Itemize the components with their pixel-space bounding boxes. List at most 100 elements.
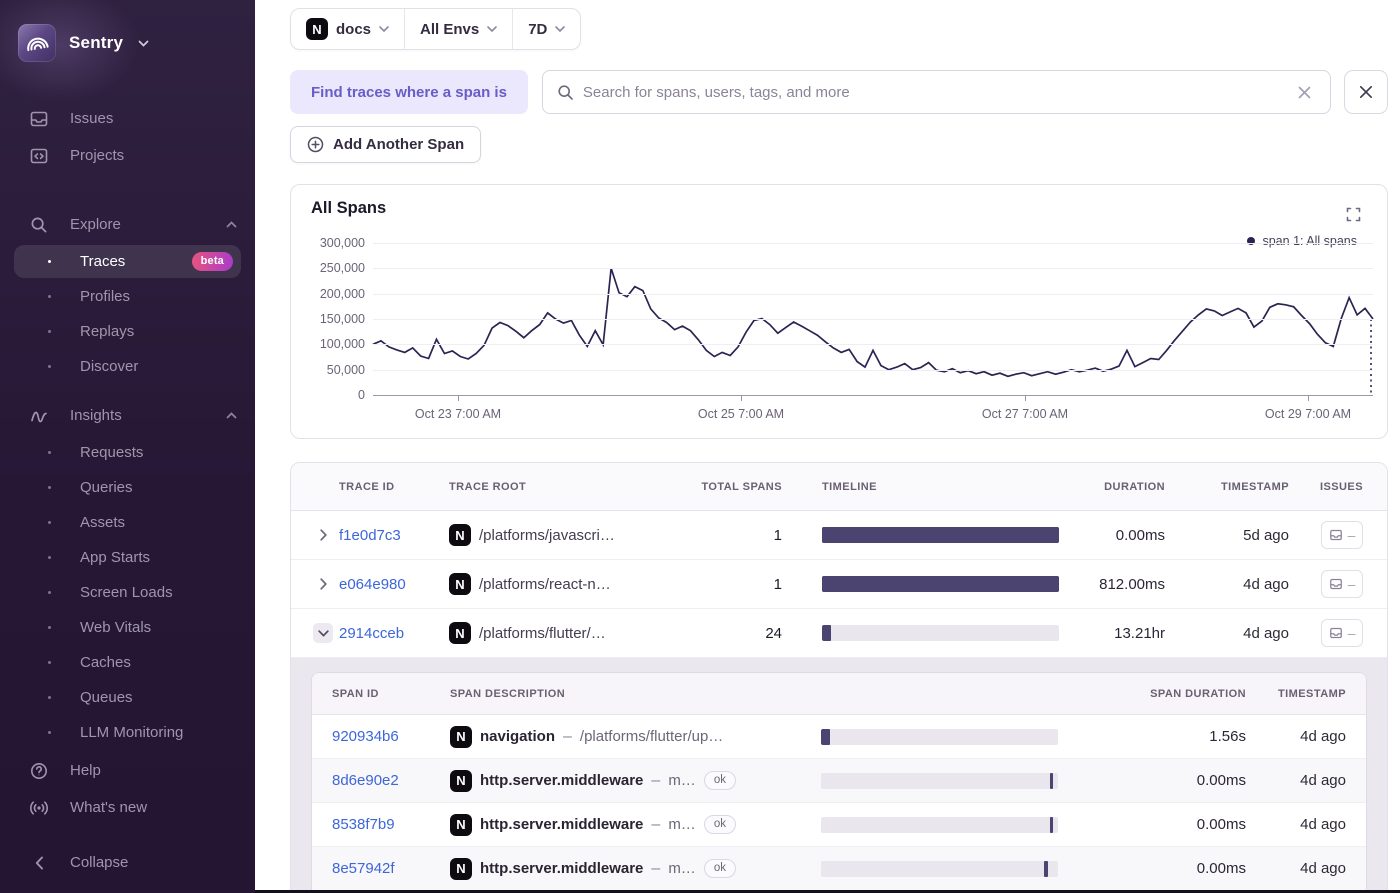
sidebar-item-projects[interactable]: Projects	[0, 137, 255, 174]
trace-root: /platforms/javascri…	[479, 526, 615, 544]
y-axis-tick-label: 300,000	[319, 236, 365, 250]
trace-id-link[interactable]: 2914cceb	[339, 625, 449, 642]
page-filter-bar: N docs All Envs 7D	[290, 8, 582, 50]
pulse-icon	[28, 405, 50, 427]
span-desc-text: /platforms/flutter/up…	[579, 728, 724, 745]
remove-span-filter-button[interactable]	[1344, 70, 1388, 114]
environment-selector[interactable]: All Envs	[405, 9, 512, 49]
traces-table: TRACE ID TRACE ROOT TOTAL SPANS TIMELINE…	[290, 462, 1388, 893]
sidebar-item-queries[interactable]: Queries	[14, 471, 241, 504]
trace-row[interactable]: f1e0d7c3 N /platforms/javascri… 1 0.00ms…	[291, 511, 1387, 560]
sidebar-item-requests[interactable]: Requests	[14, 436, 241, 469]
x-axis-tick-label: Oct 23 7:00 AM	[414, 407, 502, 421]
span-row[interactable]: 8538f7b9 N http.server.middleware – m… o…	[312, 803, 1366, 847]
chevron-down-icon	[555, 26, 566, 32]
total-spans: 24	[765, 624, 782, 642]
expand-chart-icon[interactable]	[1346, 207, 1361, 222]
sidebar-collapse-button[interactable]: Collapse	[0, 844, 255, 881]
issues-count-button[interactable]: –	[1321, 570, 1363, 598]
sidebar-item-screen-loads[interactable]: Screen Loads	[14, 576, 241, 609]
span-search-box	[541, 70, 1331, 114]
bullet-icon	[38, 556, 60, 559]
sidebar-item-issues[interactable]: Issues	[0, 100, 255, 137]
chevron-right-icon[interactable]	[313, 525, 333, 545]
trace-row-expanded[interactable]: 2914cceb N /platforms/flutter/… 24 13.21…	[291, 609, 1387, 658]
org-switcher[interactable]: Sentry	[0, 0, 255, 72]
issues-icon	[1329, 627, 1342, 639]
sidebar-item-label: Queues	[80, 689, 133, 706]
nextjs-platform-icon: N	[450, 725, 472, 748]
dash-separator: –	[563, 727, 572, 745]
sidebar-item-replays[interactable]: Replays	[14, 315, 241, 348]
sidebar-item-label: Replays	[80, 323, 135, 340]
sidebar-item-discover[interactable]: Discover	[14, 350, 241, 383]
col-span-timestamp: TIMESTAMP	[1277, 687, 1346, 700]
col-timestamp: TIMESTAMP	[1220, 480, 1289, 493]
project-selector[interactable]: N docs	[291, 9, 404, 49]
chevron-left-icon	[28, 852, 50, 874]
sidebar-item-label: What's new	[70, 799, 148, 816]
sidebar-item-traces[interactable]: Traces beta	[14, 245, 241, 278]
trace-id-link[interactable]: f1e0d7c3	[339, 527, 449, 544]
sidebar-item-llm-monitoring[interactable]: LLM Monitoring	[14, 716, 241, 749]
dash-separator: –	[651, 815, 661, 833]
span-id-link[interactable]: 920934b6	[332, 728, 450, 745]
timestamp: 5d ago	[1243, 526, 1289, 544]
all-spans-chart-panel: All Spans span 1: All spans 300,000 250,0…	[290, 184, 1388, 439]
date-range-selector[interactable]: 7D	[513, 9, 580, 49]
issues-count-button[interactable]: –	[1321, 521, 1363, 549]
sidebar-item-caches[interactable]: Caches	[14, 646, 241, 679]
sidebar-item-assets[interactable]: Assets	[14, 506, 241, 539]
sidebar-item-label: Web Vitals	[80, 619, 152, 636]
sidebar-item-queues[interactable]: Queues	[14, 681, 241, 714]
span-row[interactable]: 920934b6 N navigation – /platforms/flutt…	[312, 715, 1366, 759]
issues-count-button[interactable]: –	[1321, 619, 1363, 647]
gridline	[373, 369, 1373, 371]
x-axis-tick	[741, 395, 742, 401]
add-another-span-button[interactable]: Add Another Span	[290, 126, 482, 163]
span-timestamp: 4d ago	[1300, 816, 1346, 833]
trace-id-link[interactable]: e064e980	[339, 576, 449, 593]
spans-table: SPAN ID SPAN DESCRIPTION SPAN DURATION T…	[311, 672, 1367, 893]
span-id-link[interactable]: 8e57942f	[332, 860, 450, 877]
sidebar-item-help[interactable]: Help	[0, 752, 255, 789]
sidebar-item-label: Collapse	[70, 854, 129, 871]
sidebar-item-web-vitals[interactable]: Web Vitals	[14, 611, 241, 644]
search-icon	[557, 84, 574, 101]
date-range-value: 7D	[528, 20, 548, 38]
x-axis-tick	[1308, 395, 1309, 401]
span-description: http.server.middleware – m… ok	[480, 859, 821, 878]
main-content: N docs All Envs 7D Find traces where a s…	[255, 0, 1400, 893]
sidebar-section-explore[interactable]: Explore	[0, 206, 255, 243]
search-icon	[28, 214, 50, 236]
y-axis-tick-label: 100,000	[319, 337, 365, 352]
help-icon	[28, 760, 50, 782]
span-search-input[interactable]	[582, 83, 1293, 101]
chart-plot[interactable]: 300,000 250,000 200,000 150,000 100,000 50,00…	[320, 236, 1373, 421]
span-id-link[interactable]: 8538f7b9	[332, 816, 450, 833]
sidebar-item-profiles[interactable]: Profiles	[14, 280, 241, 313]
trace-row[interactable]: e064e980 N /platforms/react-n… 1 812.00m…	[291, 560, 1387, 609]
span-id-link[interactable]: 8d6e90e2	[332, 772, 450, 789]
chevron-down-icon[interactable]	[313, 623, 333, 643]
span-row[interactable]: 8d6e90e2 N http.server.middleware – m… o…	[312, 759, 1366, 803]
app-window: Sentry Issues Projects Explore Traces be…	[0, 0, 1400, 893]
clear-search-icon[interactable]	[1293, 81, 1316, 104]
bullet-icon	[38, 260, 60, 263]
span-timestamp: 4d ago	[1300, 772, 1346, 789]
sidebar-item-whats-new[interactable]: What's new	[0, 789, 255, 826]
span-row[interactable]: 8e57942f N http.server.middleware – m… o…	[312, 847, 1366, 891]
sidebar-section-insights[interactable]: Insights	[0, 397, 255, 434]
status-badge: ok	[703, 859, 736, 878]
beta-badge: beta	[191, 252, 233, 271]
timestamp: 4d ago	[1243, 575, 1289, 593]
timestamp: 4d ago	[1243, 624, 1289, 642]
find-traces-chip[interactable]: Find traces where a span is	[290, 70, 528, 114]
sidebar-item-app-starts[interactable]: App Starts	[14, 541, 241, 574]
y-axis-tick-label: 0	[358, 388, 365, 402]
x-axis-tick-label: Oct 29 7:00 AM	[1264, 407, 1352, 421]
chevron-right-icon[interactable]	[313, 574, 333, 594]
section-label: Insights	[70, 407, 122, 424]
